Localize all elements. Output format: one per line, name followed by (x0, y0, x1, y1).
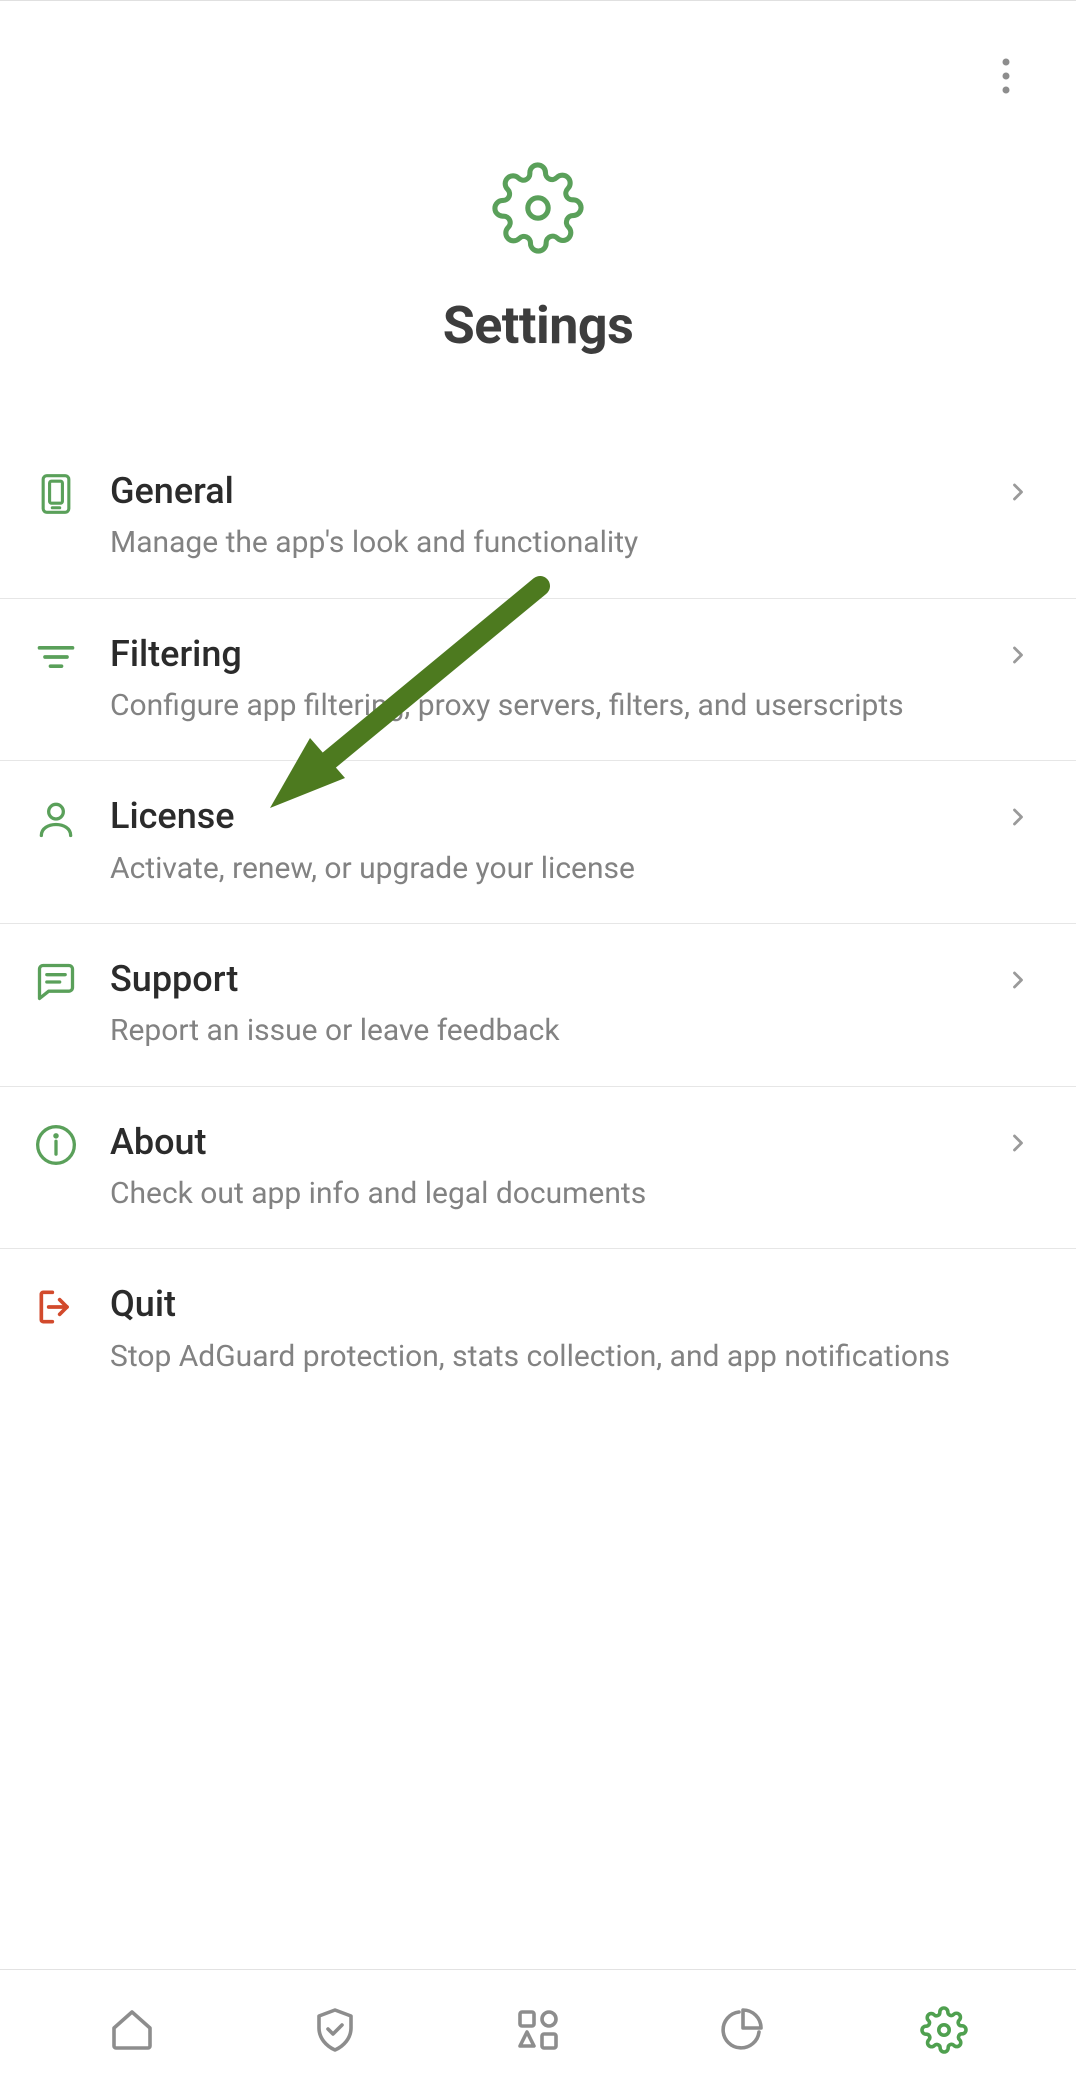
row-title: About (110, 1121, 982, 1164)
row-subtitle: Activate, renew, or upgrade your license (110, 849, 982, 890)
row-subtitle: Stop AdGuard protection, stats collectio… (110, 1337, 982, 1378)
user-icon (34, 795, 110, 841)
apps-grid-icon (514, 2006, 562, 2054)
filter-icon (34, 633, 110, 679)
row-title: License (110, 795, 982, 838)
row-text: License Activate, renew, or upgrade your… (110, 795, 1042, 889)
nav-home[interactable] (92, 1990, 172, 2070)
info-icon (34, 1121, 110, 1167)
settings-item-license[interactable]: License Activate, renew, or upgrade your… (0, 761, 1076, 924)
spacer (0, 1411, 1076, 1969)
chat-icon (34, 958, 110, 1004)
row-title: Filtering (110, 633, 982, 676)
row-text: About Check out app info and legal docum… (110, 1121, 1042, 1215)
row-text: General Manage the app's look and functi… (110, 470, 1042, 564)
settings-item-about[interactable]: About Check out app info and legal docum… (0, 1087, 1076, 1250)
nav-settings[interactable] (904, 1990, 984, 2070)
chevron-right-icon (1004, 641, 1032, 673)
row-title: General (110, 470, 982, 513)
exit-icon (34, 1283, 110, 1329)
home-icon (108, 2006, 156, 2054)
row-text: Quit Stop AdGuard protection, stats coll… (110, 1283, 1042, 1377)
chevron-right-icon (1004, 966, 1032, 998)
row-text: Support Report an issue or leave feedbac… (110, 958, 1042, 1052)
row-title: Quit (110, 1283, 982, 1326)
chevron-right-icon (1004, 803, 1032, 835)
shield-check-icon (311, 2006, 359, 2054)
page-title: Settings (443, 295, 634, 356)
settings-item-general[interactable]: General Manage the app's look and functi… (0, 436, 1076, 599)
settings-item-filtering[interactable]: Filtering Configure app filtering, proxy… (0, 599, 1076, 762)
settings-gear-icon (491, 161, 585, 255)
topbar (0, 1, 1076, 121)
nav-stats[interactable] (701, 1990, 781, 2070)
row-text: Filtering Configure app filtering, proxy… (110, 633, 1042, 727)
phone-icon (34, 470, 110, 516)
row-subtitle: Manage the app's look and functionality (110, 523, 982, 564)
bottom-nav (0, 1969, 1076, 2089)
settings-list: General Manage the app's look and functi… (0, 436, 1076, 1411)
settings-item-quit[interactable]: Quit Stop AdGuard protection, stats coll… (0, 1249, 1076, 1411)
chevron-right-icon (1004, 478, 1032, 510)
chevron-right-icon (1004, 1129, 1032, 1161)
row-subtitle: Configure app filtering, proxy servers, … (110, 686, 982, 727)
gear-icon (920, 2006, 968, 2054)
nav-apps[interactable] (498, 1990, 578, 2070)
settings-screen: Settings General Manage the app's look a… (0, 0, 1076, 2089)
row-subtitle: Check out app info and legal documents (110, 1174, 982, 1215)
page-header: Settings (0, 121, 1076, 436)
row-title: Support (110, 958, 982, 1001)
settings-item-support[interactable]: Support Report an issue or leave feedbac… (0, 924, 1076, 1087)
nav-protection[interactable] (295, 1990, 375, 2070)
more-menu-button[interactable] (986, 56, 1026, 96)
row-subtitle: Report an issue or leave feedback (110, 1011, 982, 1052)
more-vertical-icon (1002, 58, 1010, 94)
pie-chart-icon (717, 2006, 765, 2054)
